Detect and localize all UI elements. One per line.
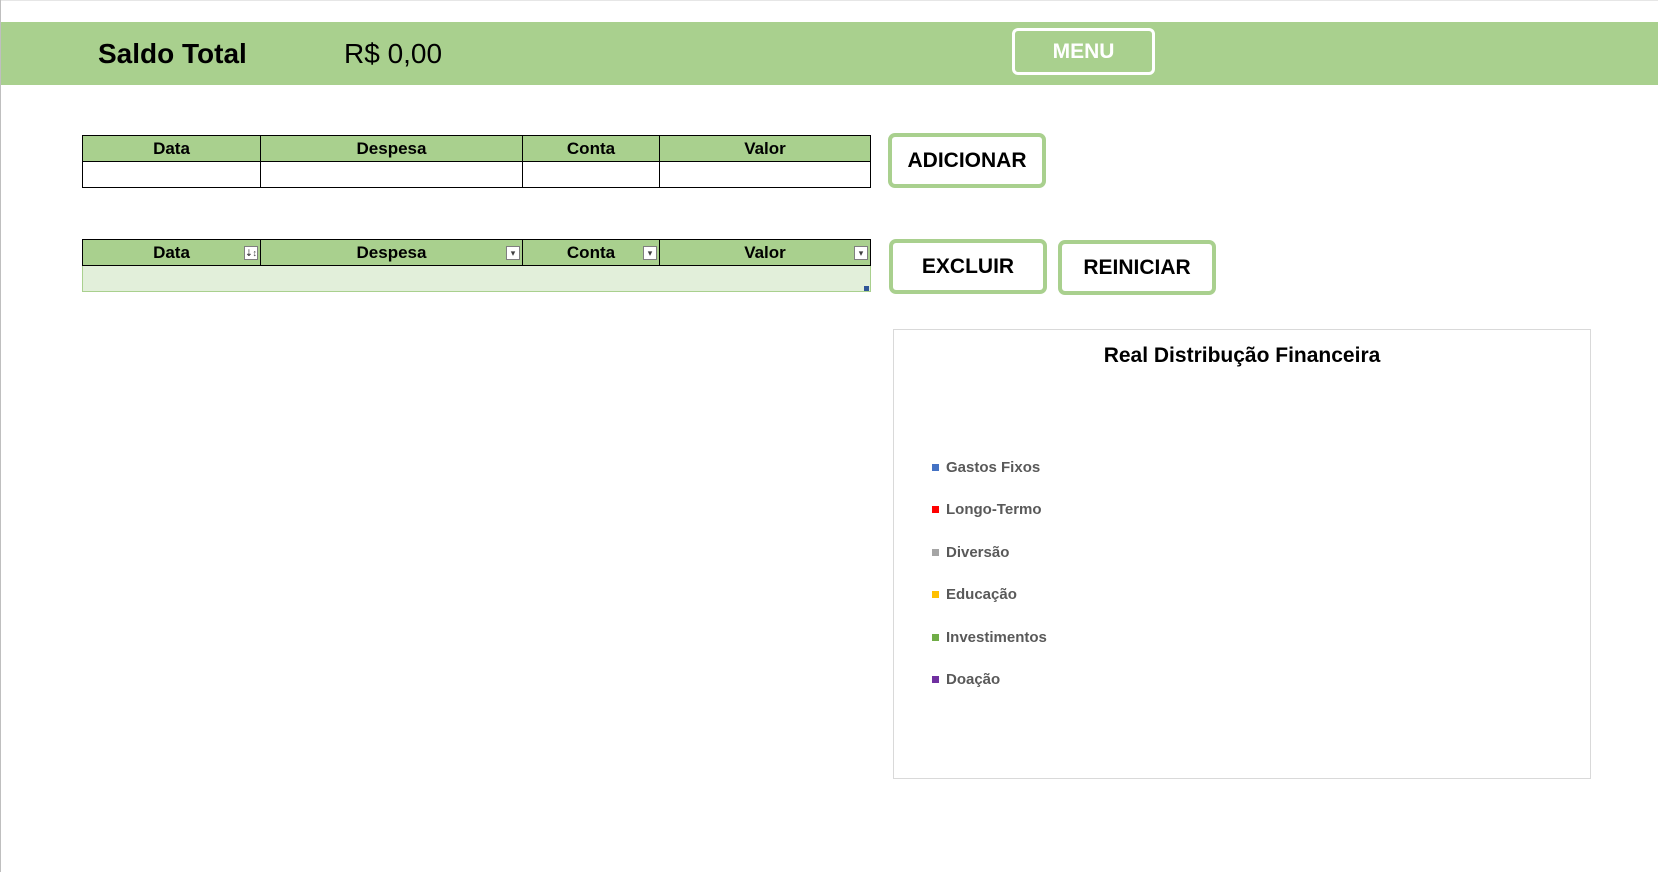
adicionar-button[interactable]: ADICIONAR — [888, 133, 1046, 188]
spreadsheet-canvas: Saldo Total R$ 0,00 MENU Data Despesa Co… — [0, 0, 1658, 872]
legend-swatch — [932, 633, 939, 641]
legend-label: Gastos Fixos — [946, 458, 1041, 476]
input-cell-conta[interactable] — [522, 161, 660, 188]
list-header-conta: Conta ▾ — [522, 239, 660, 266]
legend-item: Investimentos — [932, 616, 1047, 659]
input-cell-despesa[interactable] — [260, 161, 523, 188]
list-header-data-label: Data — [153, 242, 190, 262]
list-cell-data[interactable] — [82, 265, 261, 292]
legend-swatch — [932, 548, 939, 556]
saldo-total-value: R$ 0,00 — [344, 38, 443, 69]
legend-swatch — [932, 591, 939, 599]
legend-label: Educação — [946, 586, 1017, 604]
table-row — [82, 265, 871, 292]
expenses-table: Data ⇣↕ Despesa ▾ Conta ▾ Valor ▾ — [82, 239, 871, 292]
distribution-chart[interactable]: Real Distribução Financeira Gastos Fixos… — [893, 329, 1591, 779]
list-header-valor-label: Valor — [744, 242, 786, 262]
excluir-button[interactable]: EXCLUIR — [889, 239, 1047, 294]
legend-item: Diversão — [932, 531, 1047, 574]
filter-dropdown-icon[interactable]: ▾ — [643, 246, 657, 260]
legend-swatch — [932, 506, 939, 514]
list-cell-despesa[interactable] — [260, 265, 523, 292]
list-header-conta-label: Conta — [566, 242, 616, 262]
input-table: Data Despesa Conta Valor — [82, 135, 871, 188]
sheet-left-border — [0, 0, 1, 872]
list-cell-conta[interactable] — [522, 265, 660, 292]
list-header-valor: Valor ▾ — [659, 239, 871, 266]
list-header-despesa-label: Despesa — [356, 242, 427, 262]
legend-label: Longo-Termo — [946, 501, 1042, 519]
filter-dropdown-icon[interactable]: ▾ — [854, 246, 868, 260]
input-cell-data[interactable] — [82, 161, 261, 188]
legend-label: Investimentos — [946, 628, 1047, 646]
input-header-data: Data — [82, 135, 261, 162]
input-header-conta: Conta — [522, 135, 660, 162]
filter-dropdown-icon[interactable]: ▾ — [506, 246, 520, 260]
legend-label: Diversão — [946, 543, 1010, 561]
chart-title: Real Distribução Financeira — [1103, 344, 1381, 367]
table-resize-handle[interactable] — [864, 286, 869, 291]
legend-item: Educação — [932, 574, 1047, 617]
reiniciar-button[interactable]: REINICIAR — [1058, 240, 1216, 295]
list-header-data: Data ⇣↕ — [82, 239, 261, 266]
menu-button[interactable]: MENU — [1012, 28, 1155, 75]
input-header-despesa: Despesa — [260, 135, 523, 162]
legend-item: Doação — [932, 659, 1047, 702]
list-cell-valor[interactable] — [659, 265, 871, 292]
legend-swatch — [932, 463, 939, 471]
legend-label: Doação — [946, 671, 1001, 689]
sort-filter-icon[interactable]: ⇣↕ — [244, 246, 258, 260]
chart-legend: Gastos Fixos Longo-Termo Diversão Educação I… — [932, 446, 1047, 701]
legend-swatch — [932, 676, 939, 684]
input-header-valor: Valor — [659, 135, 871, 162]
legend-item: Gastos Fixos — [932, 446, 1047, 489]
header-band — [1, 22, 1658, 85]
saldo-total-label: Saldo Total — [98, 38, 247, 69]
sheet-top-border — [0, 0, 1658, 1]
list-header-despesa: Despesa ▾ — [260, 239, 523, 266]
legend-item: Longo-Termo — [932, 489, 1047, 532]
input-cell-valor[interactable] — [659, 161, 871, 188]
